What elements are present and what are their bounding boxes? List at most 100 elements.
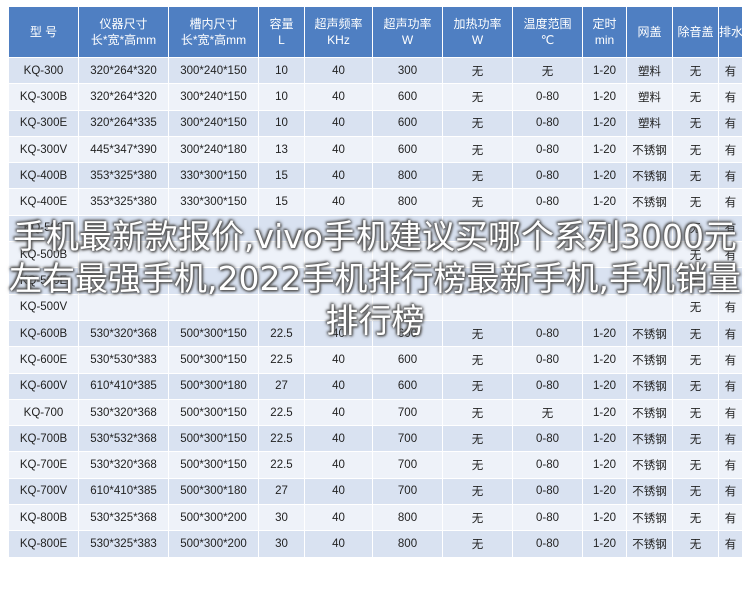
model-cell: KQ-800E	[8, 530, 79, 558]
column-header-unit: KHz	[327, 33, 350, 47]
column-header-label: 加热功率	[453, 17, 502, 31]
column-header-unit: 长*宽*高mm	[180, 33, 247, 47]
table-cell: 500*300*150	[168, 451, 259, 479]
table-cell: 0-80	[512, 162, 583, 190]
table-cell: 500*300*180	[168, 372, 259, 400]
table-cell: 无	[672, 56, 719, 85]
table-cell: 有	[718, 504, 743, 532]
table-row: KQ-400B 353*325*380 330*300*150 15 40 800 无 0-8…	[8, 162, 743, 190]
model-cell: KQ-600E	[8, 346, 79, 374]
model-cell: KQ-700E	[8, 451, 79, 479]
table-cell: 500*300*150	[168, 346, 259, 374]
table-cell: 10	[258, 56, 305, 85]
table-cell: 无	[442, 372, 513, 400]
table-cell: 330*300*150	[168, 188, 259, 216]
column-header-label: 网盖	[637, 25, 662, 39]
table-cell: 有	[718, 346, 743, 374]
model-cell: KQ-400B	[8, 162, 79, 190]
table-cell: 不锈钢	[626, 346, 673, 374]
table-cell: 无	[442, 530, 513, 558]
table-cell: 无	[672, 477, 719, 506]
column-header-label: 超声功率	[383, 17, 432, 31]
table-cell: 1-20	[582, 346, 627, 374]
table-cell: 不锈钢	[626, 425, 673, 453]
table-cell: 40	[304, 530, 373, 558]
model-cell: KQ-300	[8, 56, 79, 85]
table-cell: 有	[718, 477, 743, 506]
column-header-label: 槽内尺寸	[189, 17, 238, 31]
table-cell: 600	[372, 372, 443, 400]
column-header-label: 容量	[269, 17, 294, 31]
table-cell: 22.5	[258, 346, 305, 374]
model-cell: KQ-700V	[8, 477, 79, 506]
table-cell: 无	[442, 504, 513, 532]
table-cell: 无	[672, 504, 719, 532]
table-cell: 445*347*390	[78, 135, 169, 164]
table-cell: 600	[372, 346, 443, 374]
table-cell: 500*300*150	[168, 398, 259, 427]
table-cell: 无	[442, 425, 513, 453]
column-header: 仪器尺寸长*宽*高mm	[78, 6, 169, 58]
table-cell: 530*532*368	[78, 425, 169, 453]
table-cell: 700	[372, 451, 443, 479]
table-cell: 无	[442, 135, 513, 164]
table-cell: 800	[372, 162, 443, 190]
table-cell: 27	[258, 477, 305, 506]
table-cell: 1-20	[582, 56, 627, 85]
table-cell: 有	[718, 530, 743, 558]
table-cell: 500*300*200	[168, 530, 259, 558]
table-cell: 800	[372, 188, 443, 216]
table-cell: 不锈钢	[626, 398, 673, 427]
table-cell: 不锈钢	[626, 451, 673, 479]
table-cell: 40	[304, 162, 373, 190]
table-cell: 500*300*150	[168, 425, 259, 453]
table-cell: 300*240*180	[168, 135, 259, 164]
table-cell: 10	[258, 109, 305, 137]
article-title-overlay[interactable]: 手机最新款报价,vivo手机建议买哪个系列3000元左右最强手机,2022手机排…	[6, 216, 744, 342]
column-header: 加热功率 W	[442, 6, 513, 58]
table-cell: 800	[372, 504, 443, 532]
table-cell: 320*264*335	[78, 109, 169, 137]
column-header: 温度范围 ℃	[512, 6, 583, 58]
table-cell: 40	[304, 135, 373, 164]
table-cell: 27	[258, 372, 305, 400]
column-header-unit: W	[471, 33, 484, 47]
table-cell: 1-20	[582, 398, 627, 427]
table-row: KQ-700E 530*320*368 500*300*150 22.5 40 700 无 0…	[8, 451, 743, 479]
table-cell: 无	[442, 451, 513, 479]
column-header-unit: 长*宽*高mm	[90, 33, 157, 47]
table-cell: 不锈钢	[626, 188, 673, 216]
table-cell: 不锈钢	[626, 135, 673, 164]
table-cell: 无	[672, 188, 719, 216]
table-cell: 无	[672, 398, 719, 427]
table-cell: 0-80	[512, 188, 583, 216]
table-cell: 22.5	[258, 398, 305, 427]
table-cell: 0-80	[512, 346, 583, 374]
table-cell: 无	[512, 56, 583, 85]
table-cell: 1-20	[582, 372, 627, 400]
table-cell: 40	[304, 109, 373, 137]
table-row: KQ-400E 353*325*380 330*300*150 15 40 800 无 0-8…	[8, 188, 743, 216]
table-row: KQ-600E 530*530*383 500*300*150 22.5 40 600 无 0…	[8, 346, 743, 374]
column-header: 定时 min	[582, 6, 627, 58]
table-cell: 300*240*150	[168, 83, 259, 111]
table-cell: 500*300*180	[168, 477, 259, 506]
column-header-label: 仪器尺寸	[99, 17, 148, 31]
table-cell: 1-20	[582, 109, 627, 137]
column-header-label: 型 号	[29, 25, 58, 39]
table-cell: 40	[304, 425, 373, 453]
table-cell: 有	[718, 109, 743, 137]
table-cell: 无	[442, 346, 513, 374]
model-cell: KQ-800B	[8, 504, 79, 532]
table-cell: 15	[258, 162, 305, 190]
column-header: 除音盖	[672, 6, 719, 58]
table-cell: 300*240*150	[168, 109, 259, 137]
column-header-unit: L	[278, 33, 285, 47]
table-cell: 530*320*368	[78, 451, 169, 479]
table-cell: 有	[718, 451, 743, 479]
table-cell: 有	[718, 83, 743, 111]
table-cell: 22.5	[258, 451, 305, 479]
model-cell: KQ-300E	[8, 109, 79, 137]
table-cell: 600	[372, 83, 443, 111]
table-row: KQ-700 530*320*368 500*300*150 22.5 40 700 无无 1…	[8, 398, 743, 427]
